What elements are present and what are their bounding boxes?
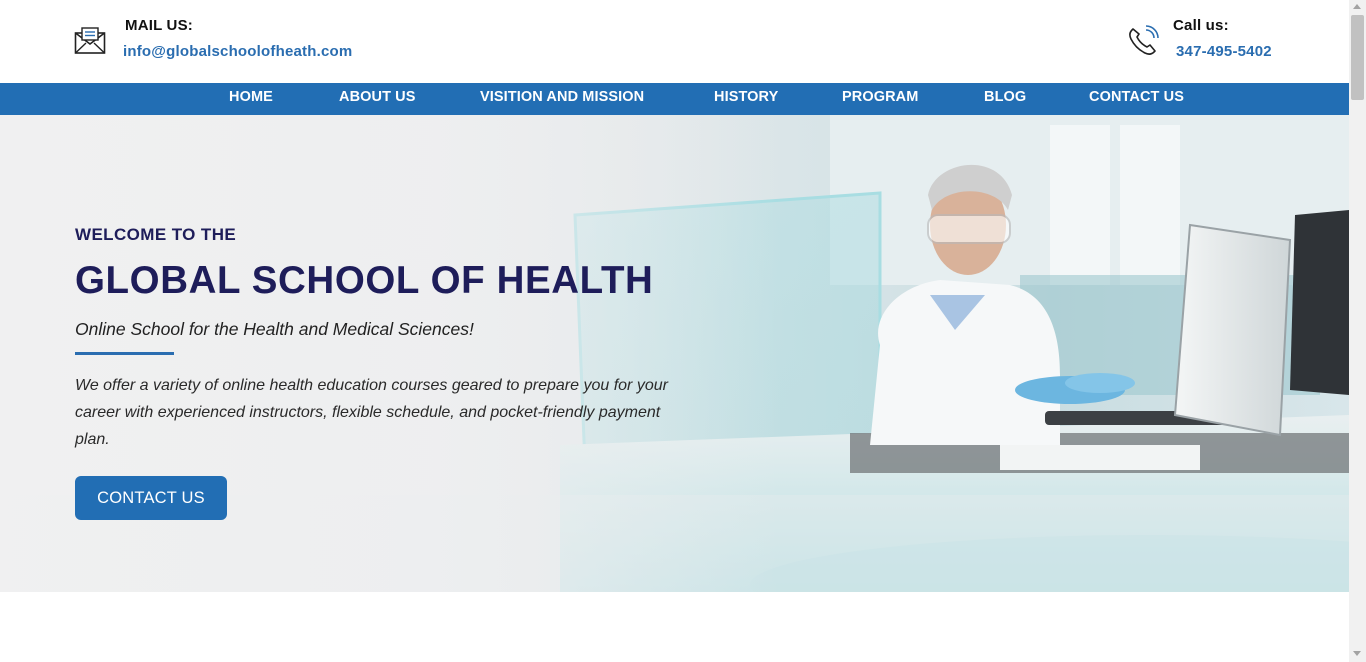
contact-us-button[interactable]: CONTACT US xyxy=(75,476,227,520)
call-contact: Call us: 347-495-5402 xyxy=(1126,0,1326,83)
hero-welcome: WELCOME TO THE xyxy=(75,225,237,244)
phone-link[interactable]: 347-495-5402 xyxy=(1176,43,1272,60)
hero-divider xyxy=(75,352,174,355)
nav-item-home[interactable]: HOME xyxy=(229,83,273,115)
page-scrollbar[interactable] xyxy=(1349,0,1366,662)
scroll-down-arrow-icon[interactable] xyxy=(1353,651,1361,656)
phone-icon xyxy=(1126,24,1159,56)
nav-item-vision-and-mission[interactable]: VISITION AND MISSION xyxy=(480,83,644,115)
hero-subtitle: Online School for the Health and Medical… xyxy=(75,319,474,339)
nav-item-blog[interactable]: BLOG xyxy=(984,83,1026,115)
envelope-icon xyxy=(74,26,106,58)
mail-label: MAIL US: xyxy=(125,17,193,34)
mail-contact: MAIL US: info@globalschoolofheath.com xyxy=(74,0,404,83)
scroll-up-arrow-icon[interactable] xyxy=(1353,4,1361,9)
main-nav: HOME ABOUT US VISITION AND MISSION HISTO… xyxy=(0,83,1349,115)
scroll-thumb[interactable] xyxy=(1351,15,1364,100)
nav-item-program[interactable]: PROGRAM xyxy=(842,83,918,115)
hero-section: WELCOME TO THE GLOBAL SCHOOL OF HEALTH O… xyxy=(0,115,1349,592)
mail-link[interactable]: info@globalschoolofheath.com xyxy=(123,43,352,60)
hero-description: We offer a variety of online health educ… xyxy=(75,377,668,448)
nav-item-about-us[interactable]: ABOUT US xyxy=(339,83,416,115)
hero-title: GLOBAL SCHOOL OF HEALTH xyxy=(75,259,654,302)
top-contact-bar: MAIL US: info@globalschoolofheath.com Ca… xyxy=(0,0,1349,83)
call-label: Call us: xyxy=(1173,17,1229,34)
nav-item-history[interactable]: HISTORY xyxy=(714,83,778,115)
nav-item-contact-us[interactable]: CONTACT US xyxy=(1089,83,1184,115)
